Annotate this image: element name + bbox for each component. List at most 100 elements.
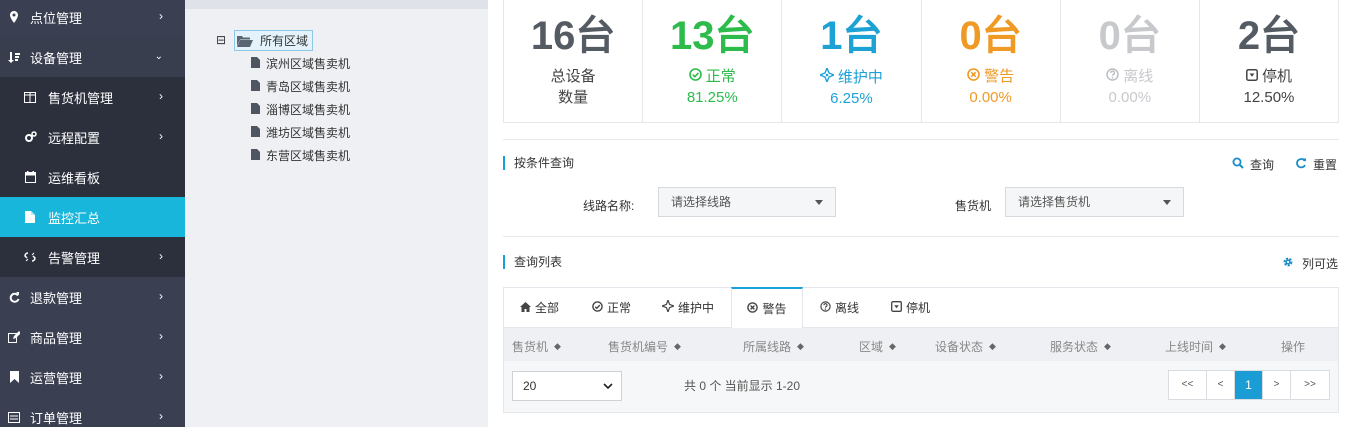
sidebar-item-operation-mgmt[interactable]: 运营管理 › [0, 357, 185, 397]
device-stats: 16台 总设备 数量 13台 正常 81.25% 1台 维护中 6.25% 0台… [503, 0, 1339, 123]
tab-label: 正常 [607, 301, 632, 315]
sidebar-item-label: 售货机管理 [48, 90, 114, 106]
chevron-right-icon: › [159, 9, 163, 23]
status-tabs: 全部 正常 维护中 警告 离线 停机 [504, 287, 1338, 328]
chevron-down-icon [603, 372, 613, 411]
search-section-title: 按条件查询 [503, 156, 574, 170]
columns-select-button[interactable]: 列可选 [1282, 255, 1338, 272]
divider [503, 139, 1339, 140]
caret-down-icon [1163, 200, 1171, 205]
tree-node-child[interactable]: 潍坊区域售卖机 [251, 124, 350, 141]
column-header[interactable]: 售货机编号 ◆ [608, 338, 681, 355]
sidebar: 点位管理 › 设备管理 ⌄ 售货机管理 › 远程配置 › 运维看板 监控汇总 告… [0, 0, 185, 427]
tab-warn[interactable]: 警告 [731, 287, 803, 328]
sort-icon: ◆ [797, 341, 804, 351]
sidebar-item-point-mgmt[interactable]: 点位管理 › [0, 0, 185, 37]
stat-maintain[interactable]: 1台 维护中 6.25% [782, 0, 922, 122]
sidebar-item-refund-mgmt[interactable]: 退款管理 › [0, 277, 185, 317]
columns-label: 列可选 [1302, 257, 1339, 271]
column-header[interactable]: 设备状态 ◆ [935, 338, 996, 355]
list-icon [6, 409, 22, 425]
tab-all[interactable]: 全部 [520, 288, 559, 328]
app-root: 点位管理 › 设备管理 ⌄ 售货机管理 › 远程配置 › 运维看板 监控汇总 告… [0, 0, 1345, 427]
column-header[interactable]: 售货机 ◆ [512, 338, 561, 355]
times-circle-icon [967, 68, 980, 86]
tree-node-child[interactable]: 滨州区域售卖机 [251, 55, 350, 72]
sidebar-item-order-mgmt[interactable]: 订单管理 › [0, 397, 185, 427]
reset-button[interactable]: 重置 [1295, 156, 1337, 173]
vending-select[interactable]: 请选择售货机 [1005, 187, 1184, 217]
sidebar-item-ops-board[interactable]: 运维看板 [0, 157, 185, 197]
stat-warn[interactable]: 0台 警告 0.00% [922, 0, 1061, 122]
sidebar-item-remote-config[interactable]: 远程配置 › [0, 117, 185, 157]
reset-label: 重置 [1313, 158, 1338, 172]
stat-percent: 0.00% [969, 89, 1012, 106]
page-next-button[interactable]: > [1263, 371, 1291, 399]
stat-offline[interactable]: 0台 离线 0.00% [1061, 0, 1200, 122]
page-size-select[interactable]: 20 [512, 371, 622, 401]
stat-count: 0台 [1098, 14, 1161, 58]
file-icon [22, 209, 38, 225]
folder-open-icon [237, 35, 253, 47]
tab-stop[interactable]: 停机 [891, 288, 930, 328]
stat-label: 停机 [1261, 68, 1292, 85]
file-icon [251, 102, 260, 117]
sidebar-item-label: 监控汇总 [48, 210, 101, 226]
page-prev-button[interactable]: < [1207, 371, 1235, 399]
sort-icon: ◆ [674, 341, 681, 351]
sidebar-item-label: 运营管理 [30, 370, 83, 386]
stat-stop[interactable]: 2台 停机 12.50% [1200, 0, 1338, 122]
sidebar-item-monitor-summary[interactable]: 监控汇总 [0, 197, 185, 237]
question-circle-icon [820, 288, 831, 328]
file-icon [251, 125, 260, 140]
stat-percent: 6.25% [830, 90, 873, 107]
sidebar-item-vending-mgmt[interactable]: 售货机管理 › [0, 77, 185, 117]
route-select[interactable]: 请选择线路 [658, 187, 836, 217]
stat-normal[interactable]: 13台 正常 81.25% [643, 0, 783, 122]
tree-root-label[interactable]: 所有区域 [234, 30, 314, 51]
sidebar-item-alarm-mgmt[interactable]: 告警管理 › [0, 237, 185, 277]
column-header[interactable]: 区域 ◆ [859, 338, 896, 355]
page-number-button[interactable]: 1 [1235, 371, 1263, 399]
tree-node-label: 青岛区域售卖机 [266, 80, 351, 94]
crosshairs-icon [818, 66, 836, 87]
vending-label: 售货机 [955, 199, 992, 213]
tab-maintain[interactable]: 维护中 [660, 288, 714, 328]
caret-square-icon [1245, 68, 1258, 86]
caret-square-icon [891, 288, 902, 328]
crosshairs-icon [660, 288, 676, 328]
column-header[interactable]: 上线时间 ◆ [1165, 338, 1226, 355]
sort-icon: ◆ [1219, 341, 1226, 351]
query-button[interactable]: 查询 [1232, 156, 1274, 173]
sidebar-item-device-mgmt[interactable]: 设备管理 ⌄ [0, 37, 185, 77]
tree-node-child[interactable]: 青岛区域售卖机 [251, 78, 350, 95]
column-header-label: 售货机 [512, 340, 549, 354]
column-header-label: 操作 [1281, 340, 1306, 354]
tab-normal[interactable]: 正常 [592, 288, 631, 328]
tree-node-child[interactable]: 东营区域售卖机 [251, 147, 350, 164]
tree-collapse-toggle[interactable]: ⊟ [215, 34, 227, 46]
stat-percent: 12.50% [1243, 89, 1295, 106]
page-last-button[interactable]: >> [1291, 371, 1329, 399]
tree-node-child[interactable]: 淄博区域售卖机 [251, 101, 350, 118]
page-first-button[interactable]: << [1169, 371, 1207, 399]
stat-label-row: 正常 [643, 68, 781, 86]
stat-label-row: 警告 [922, 68, 1060, 86]
stat-total: 16台 总设备 数量 [504, 0, 644, 122]
tree-node-label: 淄博区域售卖机 [266, 103, 351, 117]
chevron-right-icon: › [159, 329, 163, 343]
tab-offline[interactable]: 离线 [820, 288, 859, 328]
column-header[interactable]: 服务状态 ◆ [1050, 338, 1111, 355]
sort-icon: ◆ [889, 341, 896, 351]
vending-select-value: 请选择售货机 [1018, 195, 1091, 209]
chevron-right-icon: › [159, 249, 163, 263]
edit-icon [6, 329, 22, 345]
column-header[interactable]: 所属线路 ◆ [743, 338, 804, 355]
sidebar-item-product-mgmt[interactable]: 商品管理 › [0, 317, 185, 357]
tree-node-root[interactable]: ⊟ 所有区域 [215, 30, 314, 51]
stat-sublabel: 数量 [558, 89, 589, 106]
tree-node-label: 东营区域售卖机 [266, 149, 351, 163]
sort-amount-icon [6, 49, 22, 65]
stat-percent: 81.25% [686, 89, 738, 106]
stat-label-row: 离线 [1061, 68, 1199, 86]
